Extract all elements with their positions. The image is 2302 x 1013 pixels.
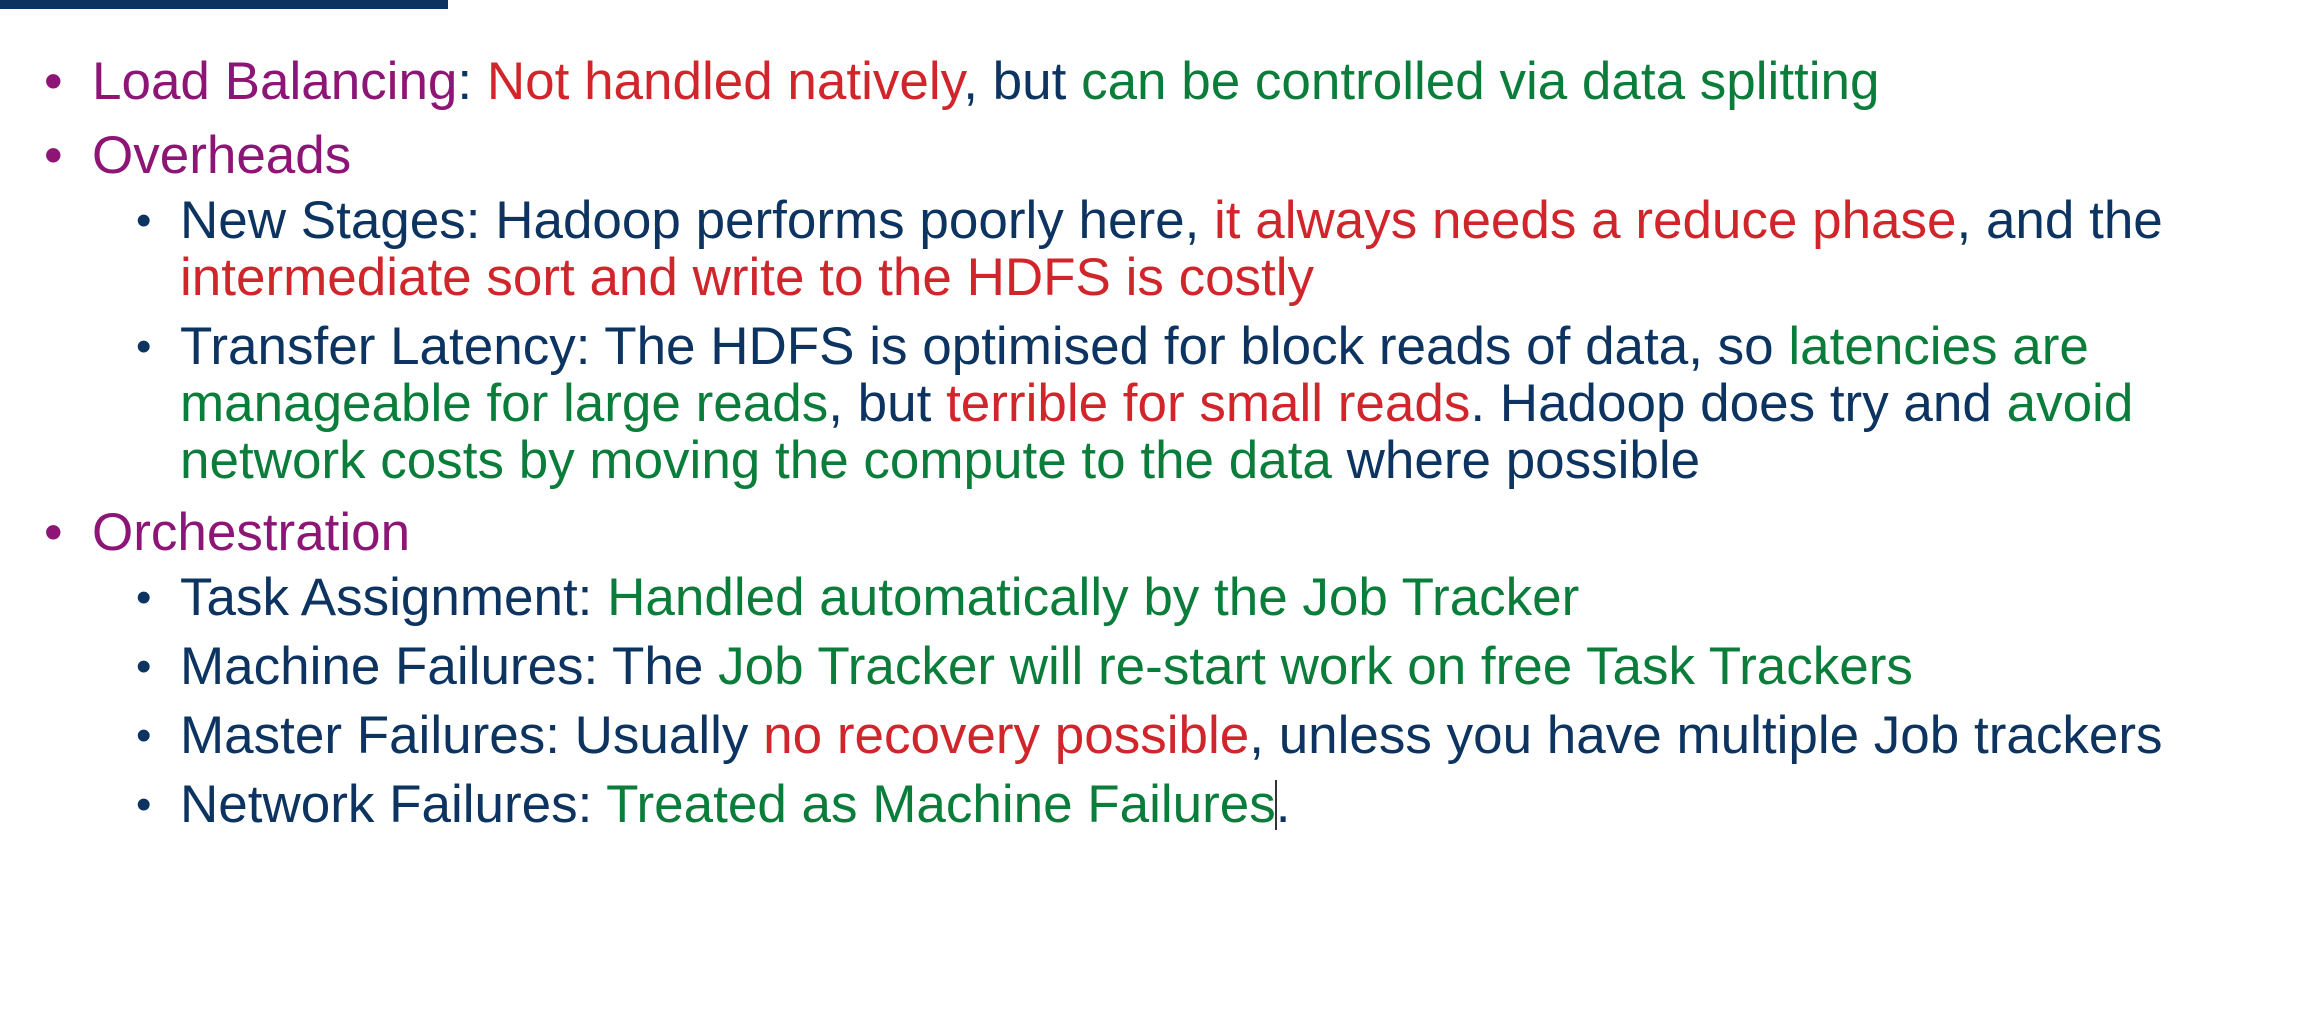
bullet-heading: Load Balancing [92, 52, 458, 111]
text-segment: . Hadoop does try and [1470, 374, 2007, 433]
text-segment: Master Failures: Usually [180, 706, 764, 765]
text-segment: , but [963, 52, 1082, 111]
bullet-overheads: Overheads New Stages: Hadoop performs po… [44, 126, 2274, 489]
sub-bullet-new-stages: New Stages: Hadoop performs poorly here,… [136, 192, 2274, 306]
text-segment: Machine Failures: The [180, 637, 719, 696]
sub-bullet-list: New Stages: Hadoop performs poorly here,… [92, 192, 2274, 489]
text-segment-positive: Treated as Machine Failures [606, 775, 1276, 834]
text-segment-positive: Handled automatically by the Job Tracker [607, 568, 1580, 627]
text-segment: where possible [1331, 431, 1701, 490]
sub-bullet-list: Task Assignment: Handled automatically b… [92, 569, 2274, 833]
text-segment: New Stages: Hadoop performs poorly here, [180, 191, 1215, 250]
text-segment: , and the [1956, 191, 2163, 250]
text-segment: : [457, 52, 487, 111]
bullet-heading: Orchestration [92, 503, 411, 562]
text-segment-negative: intermediate sort and write to the HDFS … [180, 248, 1315, 307]
sub-bullet-network-failures: Network Failures: Treated as Machine Fai… [136, 776, 2274, 833]
bullet-load-balancing: Load Balancing: Not handled natively, bu… [44, 52, 2274, 112]
text-segment-negative: it always needs a reduce phase [1214, 191, 1957, 250]
text-segment: . [1275, 775, 1291, 834]
text-segment-positive: Job Tracker will re-start work on free T… [718, 637, 1913, 696]
bullet-orchestration: Orchestration Task Assignment: Handled a… [44, 503, 2274, 833]
text-segment-negative: terrible for small reads [946, 374, 1471, 433]
text-segment-positive: can be controlled via data splitting [1081, 52, 1880, 111]
header-accent-bar [0, 0, 448, 9]
sub-bullet-task-assignment: Task Assignment: Handled automatically b… [136, 569, 2274, 626]
text-segment-negative: Not handled natively [486, 52, 964, 111]
text-segment: Transfer Latency: The HDFS is optimised … [180, 317, 1789, 376]
slide-bullet-list: Load Balancing: Not handled natively, bu… [44, 52, 2274, 847]
text-segment: , but [828, 374, 947, 433]
text-segment-negative: no recovery possible [763, 706, 1250, 765]
sub-bullet-master-failures: Master Failures: Usually no recovery pos… [136, 707, 2274, 764]
text-segment: Network Failures: [180, 775, 607, 834]
sub-bullet-transfer-latency: Transfer Latency: The HDFS is optimised … [136, 318, 2274, 489]
sub-bullet-machine-failures: Machine Failures: The Job Tracker will r… [136, 638, 2274, 695]
text-segment: , unless you have multiple Job trackers [1249, 706, 2163, 765]
bullet-heading: Overheads [92, 126, 352, 185]
text-segment: Task Assignment: [180, 568, 608, 627]
